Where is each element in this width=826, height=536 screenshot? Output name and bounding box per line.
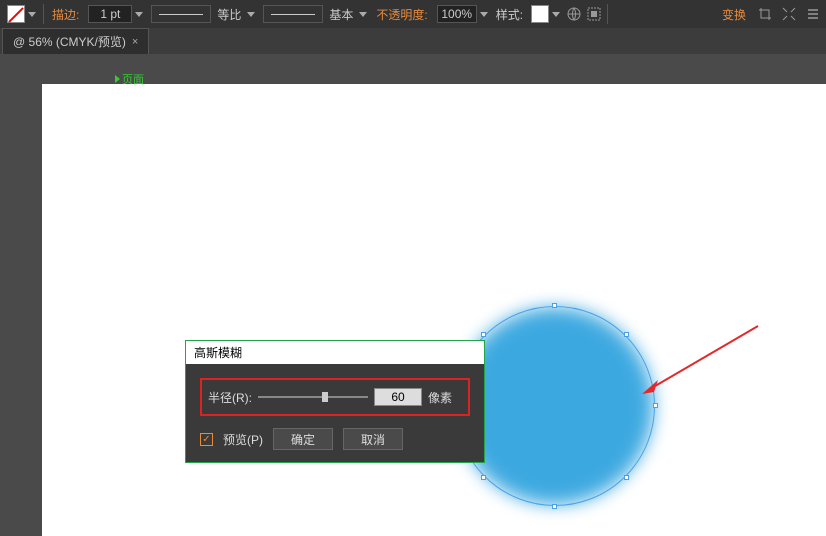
radius-unit: 像素 [428, 389, 452, 406]
workspace: 页面 高斯模糊 半径(R): 60 像素 [0, 54, 826, 526]
fill-none-icon [7, 5, 25, 23]
stroke-weight-value: 1 pt [88, 5, 132, 23]
style-swatch-dropdown[interactable] [528, 5, 563, 23]
chevron-down-icon [28, 12, 36, 17]
page-tag-label: 页面 [122, 71, 144, 87]
preview-checkbox[interactable]: ✓ [200, 433, 213, 446]
menu-icon[interactable] [804, 5, 822, 23]
stroke-profile-dropdown[interactable]: 基本 [260, 5, 370, 23]
chevron-down-icon [480, 12, 488, 17]
slider-thumb-icon[interactable] [322, 392, 328, 402]
page-tag[interactable]: 页面 [115, 71, 144, 87]
align-icon[interactable] [585, 5, 603, 23]
transform-label[interactable]: 变换 [718, 6, 750, 23]
gaussian-blur-dialog: 高斯模糊 半径(R): 60 像素 ✓ 预览(P) 确定 取消 [185, 340, 485, 463]
triangle-icon [115, 75, 120, 83]
opacity-label: 不透明度: [372, 6, 431, 23]
profile-label: 基本 [326, 6, 356, 23]
dash-type-dropdown[interactable]: 等比 [148, 5, 258, 23]
stroke-profile-preview [263, 5, 323, 23]
chevron-down-icon [247, 12, 255, 17]
options-toolbar: 描边: 1 pt 等比 基本 不透明度: 100% 样式: 变换 [0, 0, 826, 28]
chevron-down-icon [552, 12, 560, 17]
document-tab[interactable]: @ 56% (CMYK/预览) × [2, 28, 149, 54]
expand-icon[interactable] [780, 5, 798, 23]
opacity-dropdown[interactable]: 100% [434, 5, 491, 23]
globe-icon[interactable] [565, 5, 583, 23]
ok-button[interactable]: 确定 [273, 428, 333, 450]
style-swatch-icon [531, 5, 549, 23]
dash-label: 等比 [214, 6, 244, 23]
fill-swatch-dropdown[interactable] [4, 5, 39, 23]
close-icon[interactable]: × [132, 36, 138, 48]
document-tabbar: @ 56% (CMYK/预览) × [0, 28, 826, 54]
dialog-title[interactable]: 高斯模糊 [186, 341, 484, 364]
preview-label: 预览(P) [223, 431, 263, 448]
tab-title: @ 56% (CMYK/预览) [13, 33, 126, 50]
opacity-value: 100% [437, 5, 477, 23]
stroke-label: 描边: [48, 6, 83, 23]
style-label: 样式: [493, 6, 526, 23]
radius-input[interactable]: 60 [374, 388, 422, 406]
radius-slider[interactable] [258, 390, 368, 404]
radius-row: 半径(R): 60 像素 [200, 378, 470, 416]
cancel-button[interactable]: 取消 [343, 428, 403, 450]
chevron-down-icon [135, 12, 143, 17]
stroke-line-preview [151, 5, 211, 23]
stroke-weight-dropdown[interactable]: 1 pt [85, 5, 146, 23]
artboard[interactable] [42, 84, 826, 536]
radius-label: 半径(R): [208, 389, 252, 406]
crop-icon[interactable] [756, 5, 774, 23]
chevron-down-icon [359, 12, 367, 17]
